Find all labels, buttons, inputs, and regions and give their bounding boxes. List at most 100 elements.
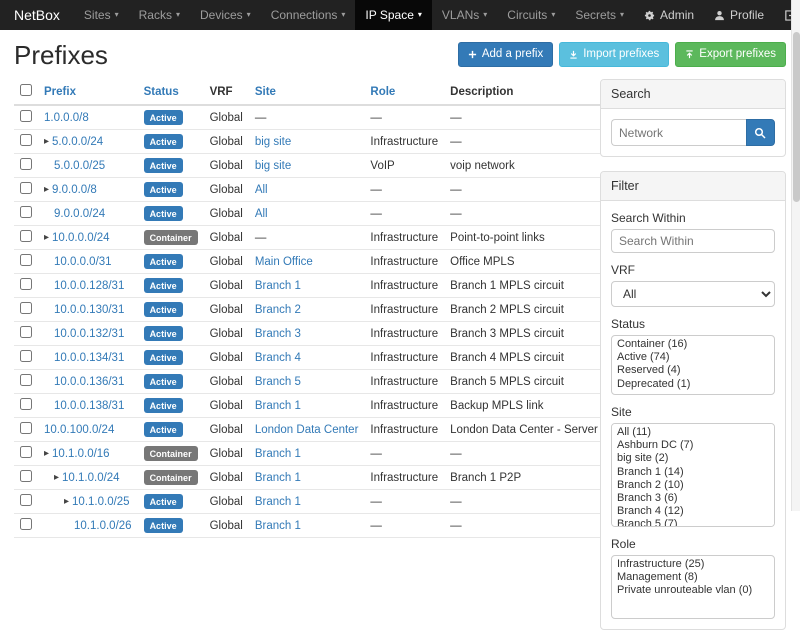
- row-checkbox[interactable]: [20, 470, 32, 482]
- row-checkbox[interactable]: [20, 206, 32, 218]
- nav-item-racks[interactable]: Racks▾: [129, 0, 190, 30]
- prefix-link[interactable]: 10.0.0.128/31: [54, 280, 124, 292]
- brand-link[interactable]: NetBox: [0, 0, 74, 30]
- add-a-prefix-button[interactable]: Add a prefix: [458, 42, 553, 67]
- site-link[interactable]: Branch 1: [255, 400, 301, 412]
- filter-option[interactable]: Container (16): [614, 338, 772, 351]
- prefix-link[interactable]: 10.0.0.0/24: [52, 232, 110, 244]
- prefix-link[interactable]: 10.0.0.130/31: [54, 304, 124, 316]
- row-checkbox[interactable]: [20, 326, 32, 338]
- filter-option[interactable]: Management (8): [614, 571, 772, 584]
- filter-option[interactable]: Private unrouteable vlan (0): [614, 584, 772, 597]
- row-checkbox-cell: [14, 298, 38, 322]
- export-prefixes-button[interactable]: Export prefixes: [675, 42, 786, 67]
- prefix-link[interactable]: 10.0.0.0/31: [54, 256, 112, 268]
- column-header-prefix[interactable]: Prefix: [38, 79, 138, 105]
- select-all-checkbox[interactable]: [20, 84, 32, 96]
- filter-option[interactable]: Branch 1 (14): [614, 466, 772, 479]
- prefix-link[interactable]: 9.0.0.0/24: [54, 208, 105, 220]
- row-checkbox[interactable]: [20, 182, 32, 194]
- prefix-link[interactable]: 10.1.0.0/26: [74, 520, 132, 532]
- nav-item-vlans[interactable]: VLANs▾: [432, 0, 497, 30]
- filter-option[interactable]: Ashburn DC (7): [614, 439, 772, 452]
- nav-item-connections[interactable]: Connections▾: [261, 0, 356, 30]
- row-checkbox[interactable]: [20, 254, 32, 266]
- site-link[interactable]: Branch 2: [255, 304, 301, 316]
- site-link[interactable]: All: [255, 208, 268, 220]
- prefix-link[interactable]: 10.0.0.134/31: [54, 352, 124, 364]
- row-checkbox[interactable]: [20, 398, 32, 410]
- site-link[interactable]: Branch 4: [255, 352, 301, 364]
- scrollbar-thumb[interactable]: [793, 32, 800, 202]
- column-header-status[interactable]: Status: [138, 79, 204, 105]
- site-link[interactable]: big site: [255, 160, 291, 172]
- row-checkbox[interactable]: [20, 230, 32, 242]
- row-checkbox[interactable]: [20, 446, 32, 458]
- filter-option[interactable]: Branch 2 (10): [614, 479, 772, 492]
- status-badge: Active: [144, 278, 183, 293]
- site-link[interactable]: big site: [255, 136, 291, 148]
- nav-item-admin[interactable]: Admin: [634, 0, 704, 30]
- status-filter-select[interactable]: Container (16)Active (74)Reserved (4)Dep…: [611, 335, 775, 395]
- row-checkbox[interactable]: [20, 350, 32, 362]
- nav-item-circuits[interactable]: Circuits▾: [497, 0, 565, 30]
- prefix-link[interactable]: 10.0.0.138/31: [54, 400, 124, 412]
- site-link[interactable]: London Data Center: [255, 424, 359, 436]
- site-link[interactable]: Branch 1: [255, 496, 301, 508]
- import-prefixes-button[interactable]: Import prefixes: [559, 42, 669, 67]
- prefix-link[interactable]: 9.0.0.0/8: [52, 184, 97, 196]
- prefix-link[interactable]: 10.0.0.132/31: [54, 328, 124, 340]
- search-button[interactable]: [746, 119, 775, 146]
- filter-option[interactable]: Infrastructure (25): [614, 558, 772, 571]
- site-link[interactable]: Branch 1: [255, 448, 301, 460]
- site-link[interactable]: All: [255, 184, 268, 196]
- search-input[interactable]: [611, 119, 746, 146]
- filter-option[interactable]: big site (2): [614, 452, 772, 465]
- site-link[interactable]: Branch 5: [255, 376, 301, 388]
- prefix-link[interactable]: 5.0.0.0/25: [54, 160, 105, 172]
- row-checkbox[interactable]: [20, 518, 32, 530]
- row-checkbox[interactable]: [20, 134, 32, 146]
- site-link[interactable]: Branch 1: [255, 520, 301, 532]
- row-checkbox[interactable]: [20, 110, 32, 122]
- prefix-link[interactable]: 10.0.100.0/24: [44, 424, 114, 436]
- site-link[interactable]: Main Office: [255, 256, 313, 268]
- nav-item-devices[interactable]: Devices▾: [190, 0, 261, 30]
- role-filter-select[interactable]: Infrastructure (25)Management (8)Private…: [611, 555, 775, 619]
- nav-item-profile[interactable]: Profile: [704, 0, 774, 30]
- row-checkbox[interactable]: [20, 278, 32, 290]
- vrf-select[interactable]: All: [611, 281, 775, 307]
- page-title: Prefixes: [14, 40, 458, 71]
- prefix-link[interactable]: 10.0.0.136/31: [54, 376, 124, 388]
- filter-option[interactable]: Branch 3 (6): [614, 492, 772, 505]
- scrollbar[interactable]: [791, 0, 800, 511]
- column-header-site[interactable]: Site: [249, 79, 365, 105]
- prefix-link[interactable]: 10.1.0.0/24: [62, 472, 120, 484]
- prefix-link[interactable]: 1.0.0.0/8: [44, 112, 89, 124]
- nav-item-secrets[interactable]: Secrets▾: [565, 0, 634, 30]
- nav-item-ip-space[interactable]: IP Space▾: [355, 0, 432, 30]
- site-link[interactable]: Branch 1: [255, 472, 301, 484]
- description-value: —: [450, 448, 462, 460]
- filter-option[interactable]: Branch 5 (7): [614, 518, 772, 527]
- filter-option[interactable]: Reserved (4): [614, 364, 772, 377]
- site-link[interactable]: Branch 1: [255, 280, 301, 292]
- nav-item-sites[interactable]: Sites▾: [74, 0, 129, 30]
- prefix-link[interactable]: 5.0.0.0/24: [52, 136, 103, 148]
- filter-option[interactable]: Active (74): [614, 351, 772, 364]
- row-checkbox[interactable]: [20, 374, 32, 386]
- site-link[interactable]: Branch 3: [255, 328, 301, 340]
- filter-option[interactable]: Deprecated (1): [614, 378, 772, 391]
- row-checkbox[interactable]: [20, 158, 32, 170]
- column-header-role[interactable]: Role: [364, 79, 444, 105]
- row-checkbox[interactable]: [20, 494, 32, 506]
- filter-option[interactable]: Branch 4 (12): [614, 505, 772, 518]
- site-filter-select[interactable]: All (11)Ashburn DC (7)big site (2)Branch…: [611, 423, 775, 527]
- filter-option[interactable]: All (11): [614, 426, 772, 439]
- role-cell: Infrastructure: [364, 466, 444, 490]
- row-checkbox[interactable]: [20, 302, 32, 314]
- search-within-input[interactable]: [611, 229, 775, 253]
- prefix-link[interactable]: 10.1.0.0/25: [72, 496, 130, 508]
- prefix-link[interactable]: 10.1.0.0/16: [52, 448, 110, 460]
- row-checkbox[interactable]: [20, 422, 32, 434]
